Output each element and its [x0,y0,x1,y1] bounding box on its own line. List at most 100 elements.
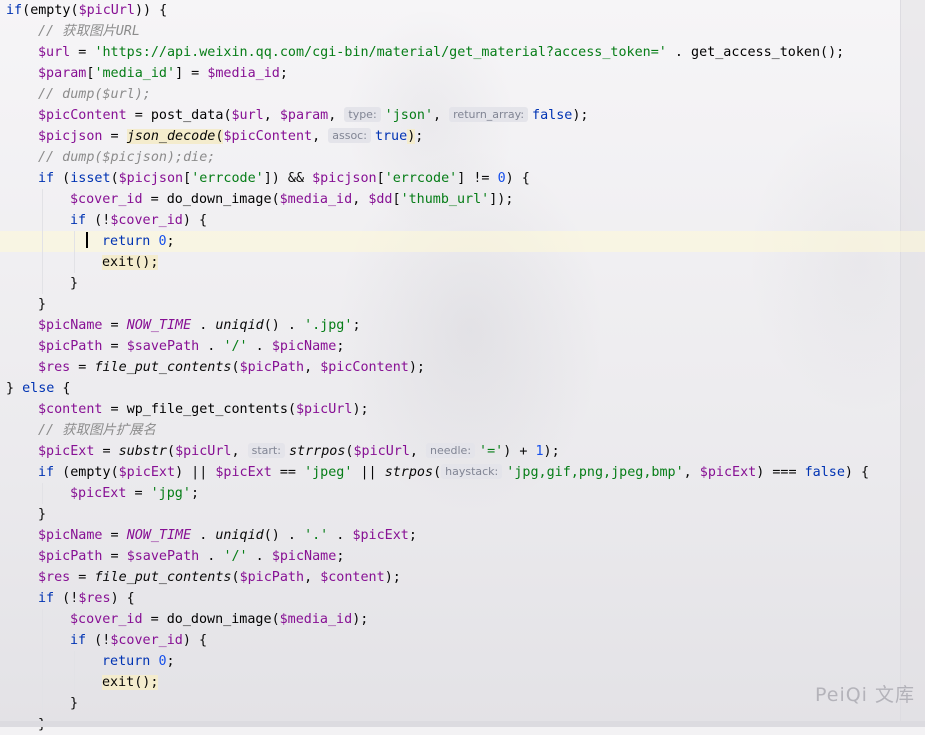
code-line[interactable]: exit(); [6,672,895,693]
code-token: . [666,45,692,60]
code-token: ( [167,444,176,459]
code-line[interactable]: if (!$res) { [6,588,895,609]
code-line[interactable]: } [6,693,895,714]
indent-guide [74,651,75,672]
code-token: ); [352,402,369,417]
code-line[interactable]: // 获取图片URL [6,21,895,42]
code-line[interactable]: $picExt = substr($picUrl, start: strrpos(… [6,441,895,462]
code-token: = [70,570,95,585]
code-token: ( [433,465,442,480]
code-token: empty [70,465,111,480]
code-token: $media_id [279,192,353,207]
code-token: $cover_id [70,612,143,627]
code-token: $res [38,570,71,585]
code-line[interactable]: $cover_id = do_down_image($media_id, $dd… [6,189,895,210]
code-line[interactable]: $cover_id = do_down_image($media_id); [6,609,895,630]
code-line[interactable]: $picName = NOW_TIME . uniqid() . '.jpg'; [6,315,895,336]
code-line[interactable]: $picExt = 'jpg'; [6,483,895,504]
code-token: ] != [457,171,498,186]
code-token: ; [408,528,417,543]
code-token: = [70,45,95,60]
code-token: if [70,633,87,648]
code-token: 'thumb_url' [400,192,490,207]
code-line[interactable]: if (isset($picjson['errcode']) && $picjs… [6,168,895,189]
code-token: ); [352,612,369,627]
code-line[interactable]: // 获取图片扩展名 [6,420,895,441]
code-editor[interactable]: if(empty($picUrl)) {// 获取图片URL $url = 'ht… [0,0,925,735]
code-token: '/' [223,339,248,354]
code-line[interactable]: $picContent = post_data($url, $param, ty… [6,105,895,126]
code-token: $picExt [118,465,176,480]
code-line[interactable]: return 0; [6,651,895,672]
code-token: , [312,129,329,144]
code-line[interactable]: $content = wp_file_get_contents($picUrl)… [6,399,895,420]
horizontal-scrollbar[interactable] [0,721,925,727]
code-line[interactable]: } [6,504,895,525]
code-token: ; [415,129,424,144]
code-token: . [247,549,272,564]
code-line[interactable]: $res = file_put_contents($picPath, $picC… [6,357,895,378]
code-token: $picName [271,339,337,354]
code-token: ) { [110,591,135,606]
code-token: $picUrl [78,3,135,18]
code-line[interactable]: } [6,273,895,294]
code-token: $picUrl [296,402,353,417]
code-line[interactable]: $picPath = $savePath . '/' . $picName; [6,336,895,357]
code-line[interactable]: $url = 'https://api.weixin.qq.com/cgi-bi… [6,42,895,63]
code-line[interactable]: $res = file_put_contents($picPath, $cont… [6,567,895,588]
code-line[interactable]: } [6,294,895,315]
text-caret [86,232,88,248]
code-token: if [38,465,55,480]
code-token: return [102,234,159,249]
code-token: ); [572,108,589,123]
code-token: $picName [38,318,103,333]
code-token: , [328,108,345,123]
code-token: file_put_contents [94,360,232,375]
parameter-hint: assoc: [328,128,371,143]
code-line[interactable]: $picName = NOW_TIME . uniqid() . '.' . $… [6,525,895,546]
code-token: = [126,486,151,501]
code-token: ]) && [263,171,313,186]
parameter-hint: return_array: [449,107,529,122]
code-token: ( [223,108,232,123]
code-token: = [94,444,119,459]
code-line[interactable]: if (empty($picExt) || $picExt == 'jpeg' … [6,462,895,483]
code-token: true [374,129,408,144]
code-token: ( [231,570,240,585]
code-token: $param [38,66,87,81]
code-token: do_down_image [166,192,272,207]
indent-guide [42,189,43,210]
code-token: $picExt [38,444,95,459]
code-token: $res [38,360,71,375]
code-line[interactable]: exit(); [6,252,895,273]
code-line[interactable]: // dump($url); [6,84,895,105]
code-token: substr [118,444,167,459]
code-token: ; [166,234,175,249]
code-token: $picName [38,528,103,543]
code-line[interactable]: $picjson = json_decode($picContent, asso… [6,126,895,147]
code-token: $picjson [118,171,184,186]
code-line[interactable]: if (!$cover_id) { [6,210,895,231]
parameter-hint: needle: [426,443,476,458]
code-token: ( [271,192,280,207]
code-token: $dd [368,192,393,207]
code-line[interactable]: if (!$cover_id) { [6,630,895,651]
code-token: . [199,339,224,354]
indent-guide [42,273,43,294]
code-token: , [263,108,280,123]
code-token: '.' [304,528,329,543]
code-line[interactable]: $param['media_id'] = $media_id; [6,63,895,84]
code-token: $picContent [320,360,409,375]
code-line[interactable]: $picPath = $savePath . '/' . $picName; [6,546,895,567]
code-token: = [102,129,127,144]
code-token: uniqid [215,318,264,333]
code-line[interactable]: return 0; [0,231,925,252]
code-line[interactable]: // dump($picjson);die; [6,147,895,168]
code-token: ); [408,360,425,375]
code-token: , [304,570,321,585]
code-token: = [142,192,167,207]
code-line[interactable]: } else { [6,378,895,399]
code-token: $cover_id [110,633,183,648]
code-line[interactable]: if(empty($picUrl)) { [6,0,895,21]
code-token: $savePath [126,339,200,354]
